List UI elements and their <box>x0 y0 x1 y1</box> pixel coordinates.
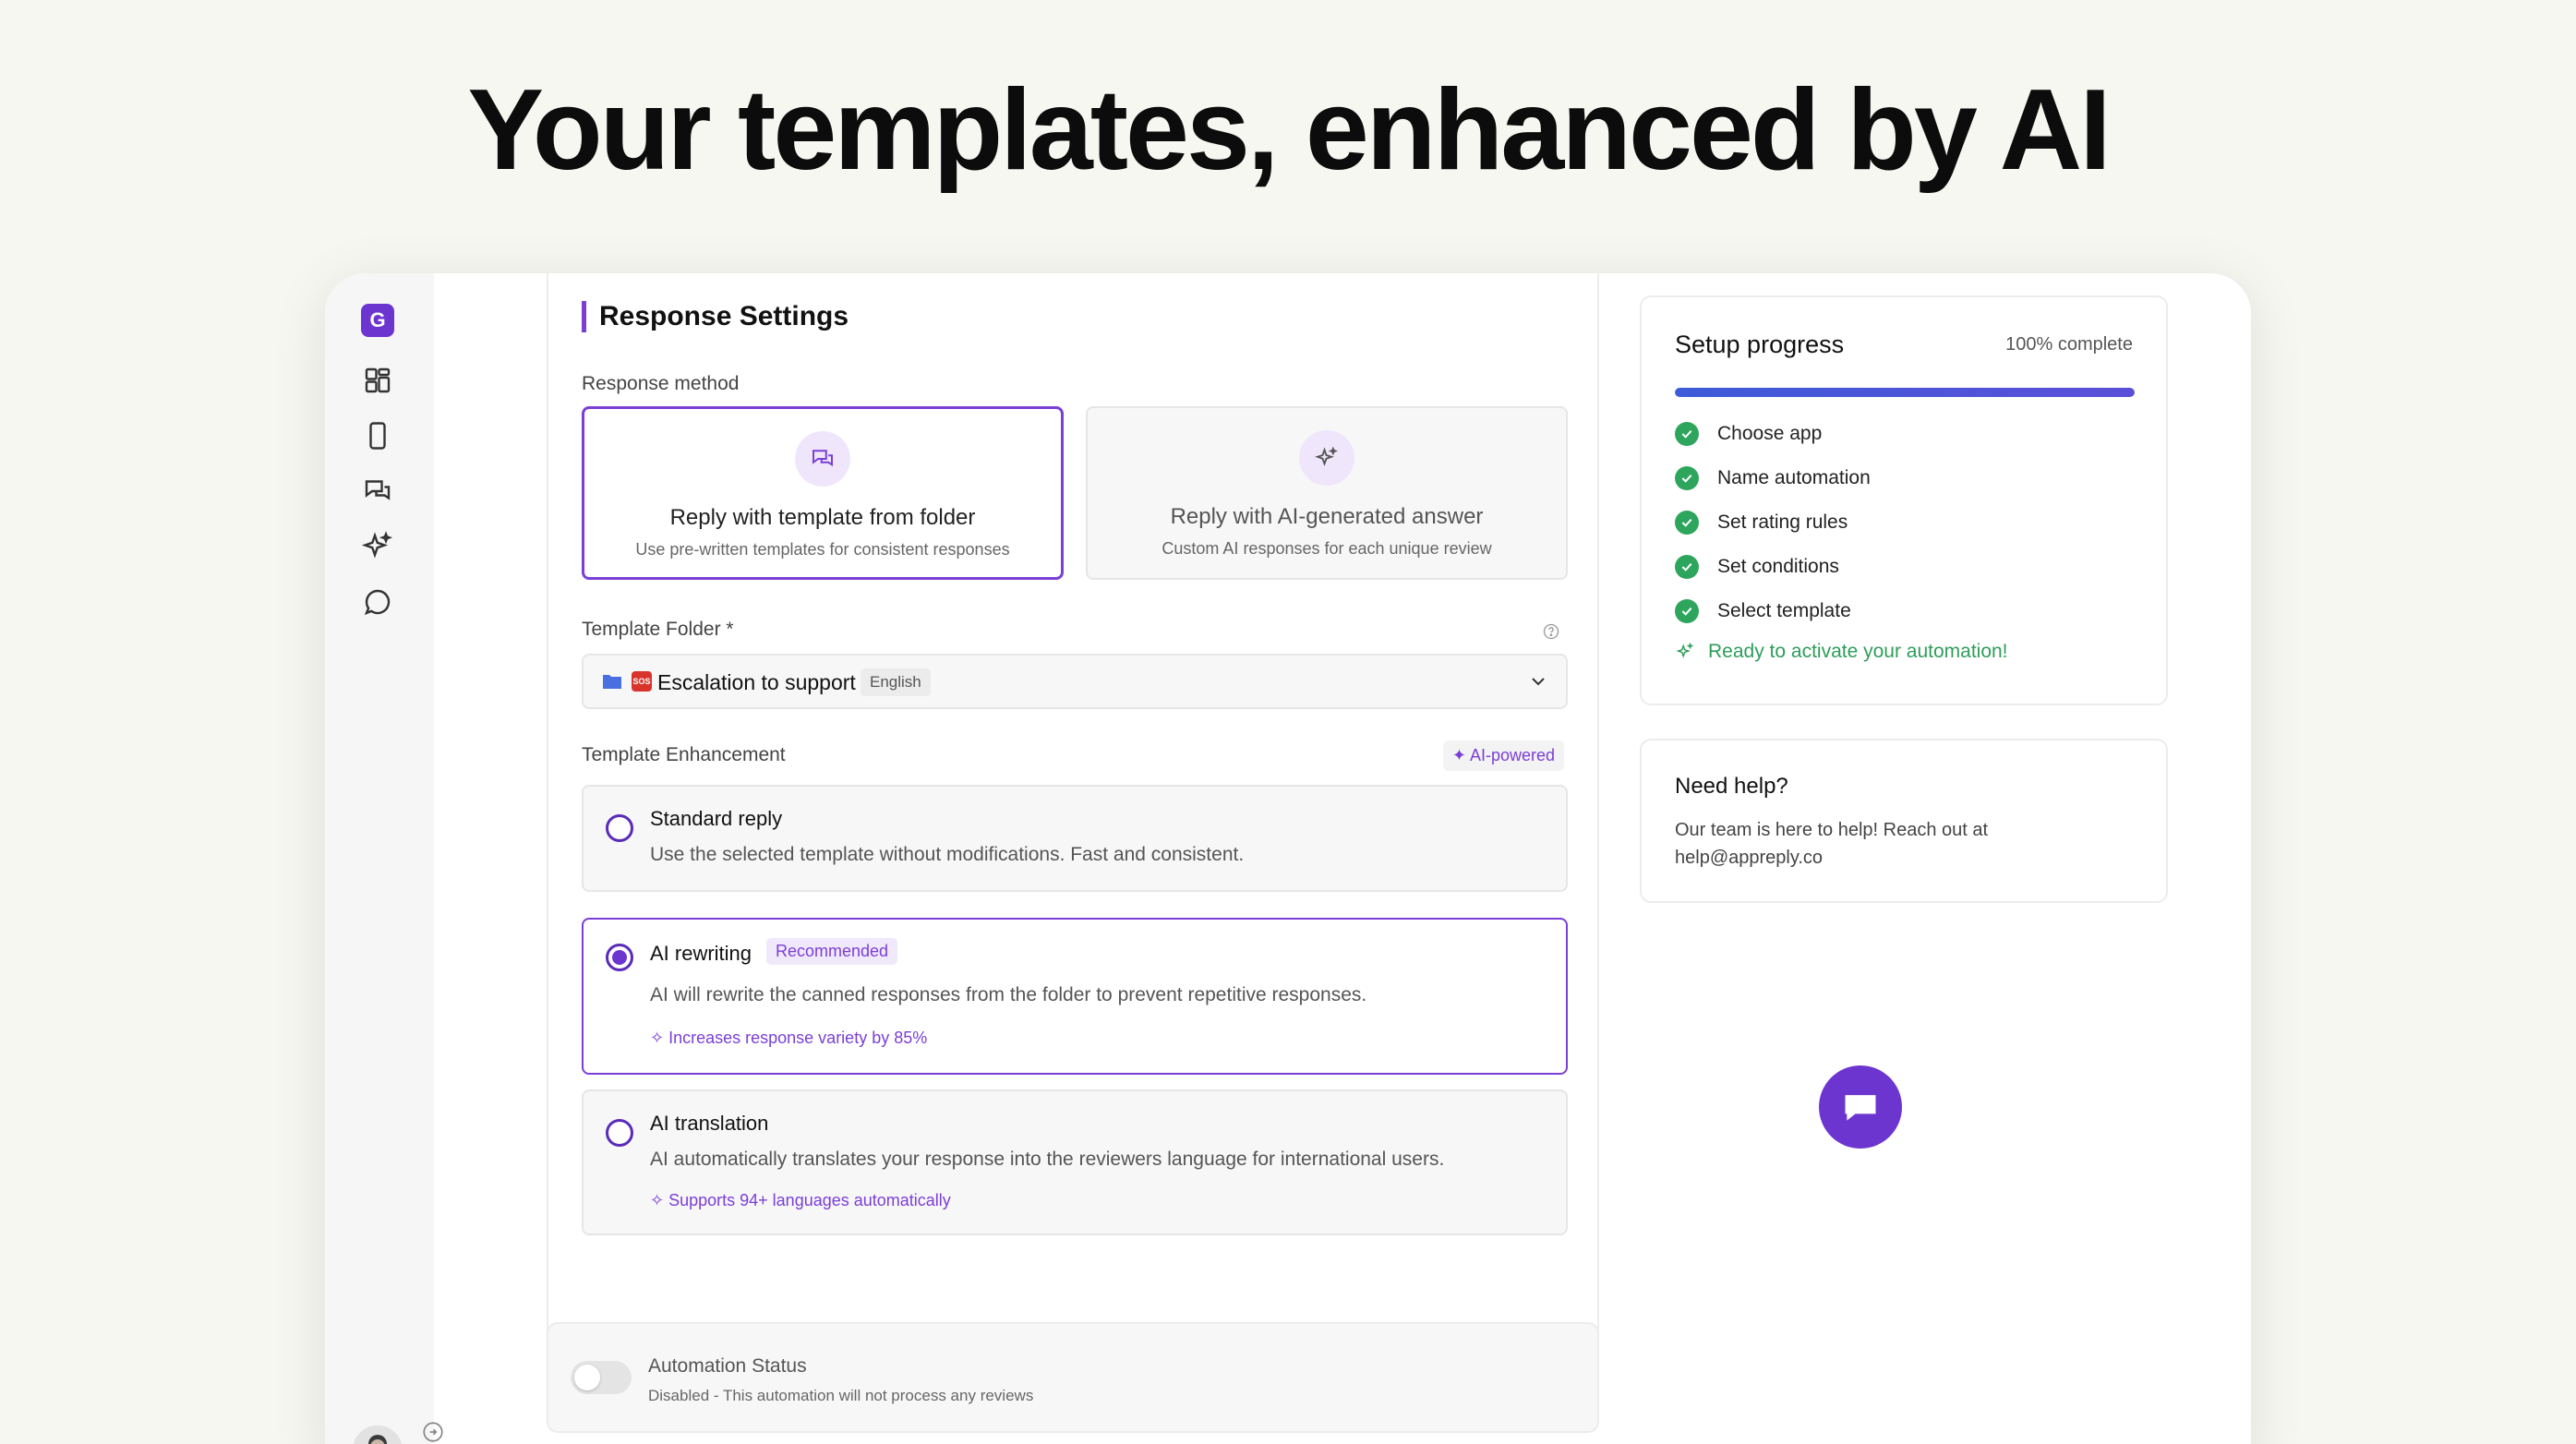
radio-ai-translation[interactable] <box>606 1119 633 1147</box>
method-title: Reply with template from folder <box>669 505 976 530</box>
method-subtitle: Custom AI responses for each unique revi… <box>1162 539 1492 558</box>
help-title: Need help? <box>1675 774 1788 799</box>
language-badge: English <box>861 668 931 696</box>
step-item: Set conditions <box>1675 554 1839 580</box>
automation-toggle[interactable] <box>571 1361 632 1394</box>
step-item: Name automation <box>1675 465 1871 491</box>
automation-status-title: Automation Status <box>648 1355 807 1377</box>
setup-progress-title: Setup progress <box>1675 331 1845 358</box>
method-title: Reply with AI-generated answer <box>1170 504 1484 529</box>
ai-powered-text: AI-powered <box>1469 746 1555 764</box>
option-extra: ✧ Supports 94+ languages automatically <box>650 1191 951 1209</box>
need-help-card: Need help? Our team is here to help! Rea… <box>1640 739 2168 903</box>
option-title: AI translation <box>650 1112 769 1135</box>
option-ai-rewriting[interactable]: AI rewriting Recommended AI will rewrite… <box>582 918 1568 1075</box>
check-icon <box>1675 555 1699 579</box>
sparkle-icon <box>1299 430 1354 486</box>
template-folder-select[interactable]: SOS Escalation to support English <box>582 654 1568 709</box>
message-icon[interactable] <box>361 585 394 619</box>
sparkle-icon <box>1676 642 1694 658</box>
help-circle-icon[interactable] <box>1542 622 1560 641</box>
option-description: AI automatically translates your respons… <box>650 1149 1445 1170</box>
step-label: Choose app <box>1717 423 1823 444</box>
chat-bubble-icon <box>1845 1095 1876 1121</box>
app-logo[interactable]: G <box>361 304 394 337</box>
folder-value: Escalation to support <box>657 670 856 694</box>
app-window: G Response Settings Response method Repl… <box>325 273 2251 1444</box>
setup-progress-card: Setup progress 100% complete Choose app … <box>1640 295 2168 705</box>
section-title: Response Settings <box>582 301 849 332</box>
option-extra-text: Increases response variety by 85% <box>668 1029 928 1047</box>
option-extra-text: Supports 94+ languages automatically <box>668 1191 951 1209</box>
template-folder-label: Template Folder * <box>582 619 734 640</box>
option-description: Use the selected template without modifi… <box>650 844 1245 865</box>
step-item: Choose app <box>1675 421 1822 447</box>
chevron-down-icon <box>1527 670 1549 692</box>
method-subtitle: Use pre-written templates for consistent… <box>635 540 1010 559</box>
step-item: Set rating rules <box>1675 510 1848 535</box>
ready-text: Ready to activate your automation! <box>1708 641 2008 662</box>
folder-icon <box>602 672 622 691</box>
chat-bubbles-icon <box>795 431 850 487</box>
sos-emoji-icon: SOS <box>632 671 652 692</box>
option-title: Standard reply <box>650 807 783 830</box>
option-description: AI will rewrite the canned responses fro… <box>650 984 1367 1005</box>
chat-icon[interactable] <box>361 475 394 508</box>
collapse-sidebar-icon[interactable] <box>421 1420 445 1444</box>
option-title: AI rewriting <box>650 942 752 965</box>
template-enhancement-label: Template Enhancement <box>582 744 786 765</box>
automation-status-subtitle: Disabled - This automation will not proc… <box>648 1387 1034 1404</box>
check-icon <box>1675 599 1699 623</box>
step-label: Set rating rules <box>1717 511 1848 533</box>
method-ai-option[interactable]: Reply with AI-generated answer Custom AI… <box>1086 406 1568 580</box>
response-method-label: Response method <box>582 373 740 394</box>
help-text: Our team is here to help! Reach out at h… <box>1675 820 1989 868</box>
check-icon <box>1675 511 1699 535</box>
setup-progress-percent: 100% complete <box>2005 334 2133 355</box>
progress-bar <box>1675 388 2135 397</box>
option-extra: ✧ Increases response variety by 85% <box>650 1029 928 1047</box>
ai-powered-badge: ✦ AI-powered <box>1442 740 1564 771</box>
ready-message: Ready to activate your automation! <box>1675 641 2008 663</box>
step-label: Set conditions <box>1717 556 1839 577</box>
user-avatar[interactable] <box>353 1426 403 1444</box>
option-standard-reply[interactable]: Standard reply Use the selected template… <box>582 785 1568 892</box>
option-ai-translation[interactable]: AI translation AI automatically translat… <box>582 1089 1568 1235</box>
step-item: Select template <box>1675 598 1851 624</box>
phone-icon[interactable] <box>361 419 394 452</box>
page-headline: Your templates, enhanced by AI <box>467 66 2111 194</box>
dashboard-icon[interactable] <box>361 364 394 397</box>
step-label: Name automation <box>1717 467 1871 488</box>
step-label: Select template <box>1717 600 1851 621</box>
automation-status-card: Automation Status Disabled - This automa… <box>547 1322 1599 1433</box>
response-settings-card: Response Settings Response method Reply … <box>547 273 1599 1381</box>
check-icon <box>1675 466 1699 490</box>
chat-support-button[interactable] <box>1819 1065 1902 1149</box>
check-icon <box>1675 422 1699 446</box>
radio-standard[interactable] <box>606 814 633 842</box>
sidebar: G <box>325 273 434 1444</box>
sparkle-icon[interactable] <box>361 530 394 563</box>
radio-ai-rewriting[interactable] <box>606 944 633 971</box>
progress-fill <box>1675 388 2135 397</box>
recommended-badge: Recommended <box>766 938 898 965</box>
method-template-option[interactable]: Reply with template from folder Use pre-… <box>582 406 1064 580</box>
